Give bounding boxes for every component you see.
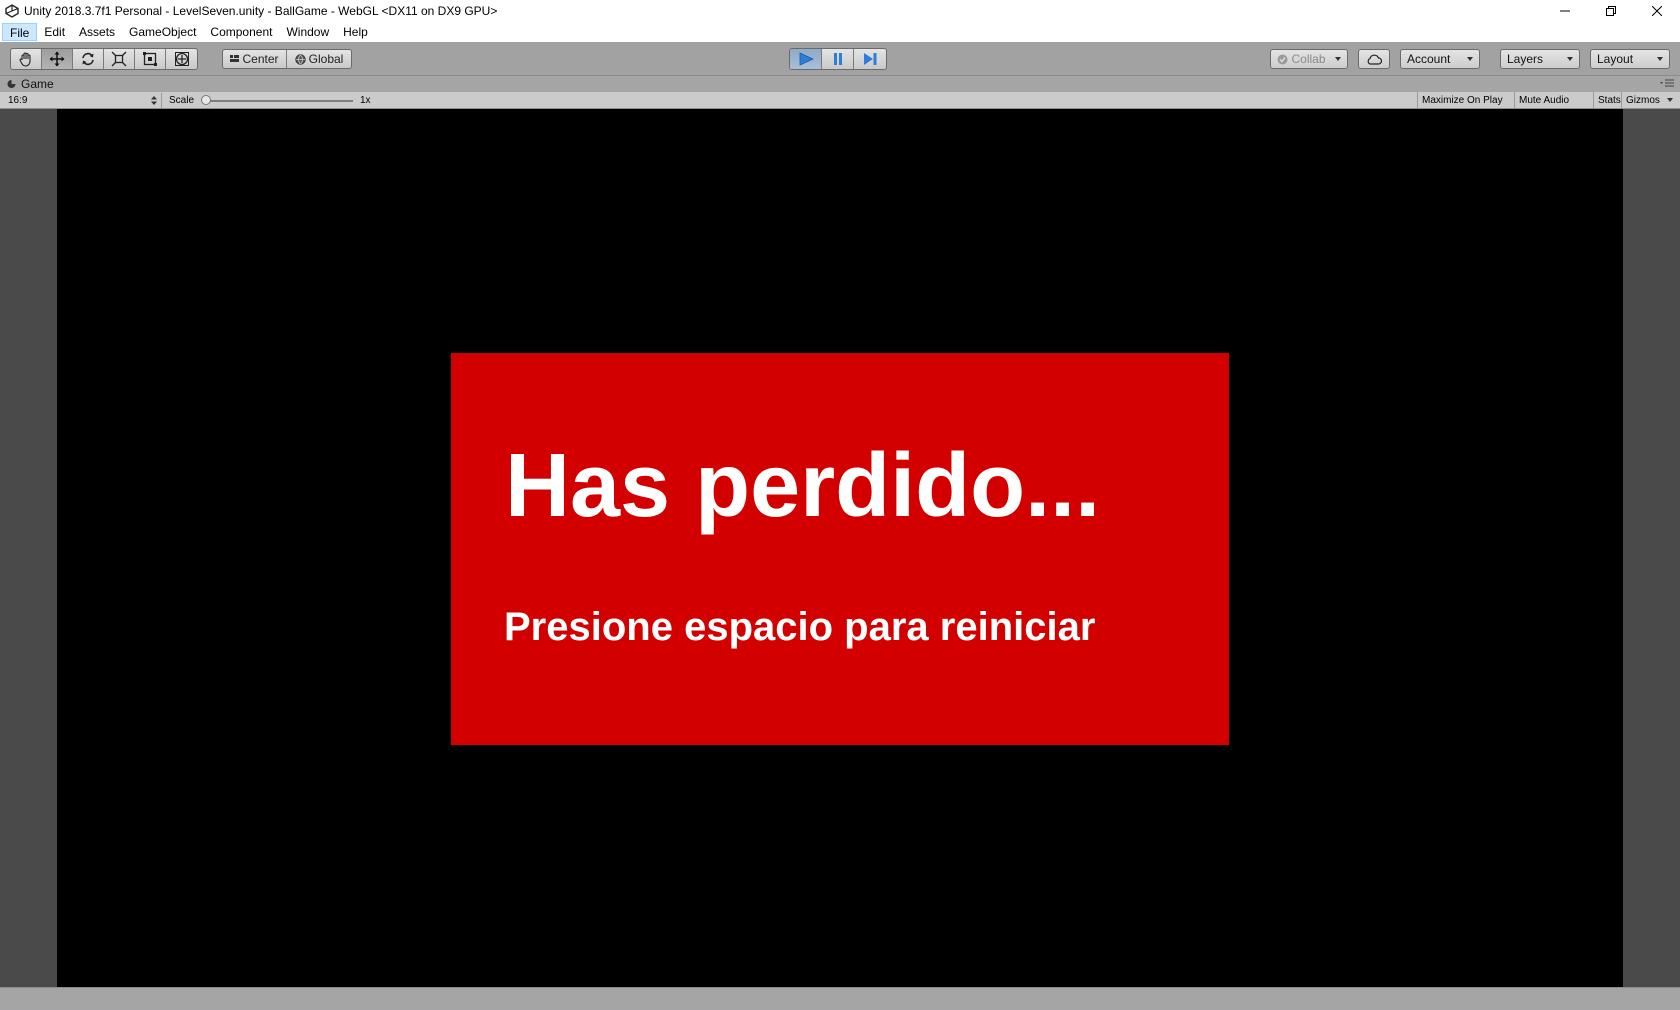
scale-icon [111,51,127,67]
pause-button[interactable] [822,49,854,69]
menu-window[interactable]: Window [279,23,336,41]
rect-transform-icon [143,52,157,66]
collab-label: Collab [1291,52,1326,66]
account-caret-icon [1467,57,1473,61]
layout-dropdown[interactable]: Layout [1590,49,1670,69]
step-icon [864,53,877,65]
game-viewport[interactable]: Has perdido... Presione espacio para rei… [57,109,1623,987]
account-dropdown[interactable]: Account [1400,49,1480,69]
playback-controls [789,48,887,70]
close-icon [1652,6,1662,16]
collab-caret-icon [1335,57,1341,61]
transform-tool-button[interactable] [166,49,197,69]
menu-edit[interactable]: Edit [37,23,72,41]
transform-tools [10,48,198,70]
tab-game[interactable]: Game [6,76,54,92]
minimize-icon [1560,10,1570,12]
collab-dropdown[interactable]: Collab [1270,49,1348,69]
restart-instruction: Presione espacio para reiniciar [504,605,1096,649]
pivot-center-button[interactable]: Center [223,50,287,68]
move-arrows-icon [49,51,65,67]
restore-icon [1606,6,1616,16]
window-title: Unity 2018.3.7f1 Personal - LevelSeven.u… [24,4,498,18]
main-toolbar: Center Global Collab Account Layers Layo… [0,42,1680,76]
layers-label: Layers [1507,52,1544,66]
tab-bar: Game [0,76,1680,92]
scale-label: Scale [169,95,195,106]
layout-label: Layout [1597,52,1634,66]
layers-dropdown[interactable]: Layers [1500,49,1580,69]
menu-gameobject[interactable]: GameObject [122,23,203,41]
play-icon [799,52,814,66]
close-button[interactable] [1634,0,1680,22]
check-icon [1277,54,1288,64]
game-controller-icon [7,80,16,88]
menu-assets[interactable]: Assets [72,23,122,41]
scale-tool-button[interactable] [104,49,135,69]
scale-slider-thumb[interactable] [201,95,211,105]
pause-icon [833,53,842,65]
play-button[interactable] [790,49,822,69]
pivot-global-label: Global [308,52,344,66]
pivot-global-button[interactable]: Global [287,50,351,68]
cloud-button[interactable] [1358,49,1390,69]
scale-slider-track[interactable] [205,100,353,102]
gizmos-dropdown[interactable]: Gizmos [1621,92,1680,109]
minimize-button[interactable] [1542,0,1588,22]
mute-audio-toggle[interactable]: Mute Audio [1514,92,1573,109]
tab-options-icon[interactable] [1660,79,1674,89]
layout-caret-icon [1657,57,1663,61]
menu-bar: File Edit Assets GameObject Component Wi… [0,22,1680,42]
game-over-panel: Has perdido... Presione espacio para rei… [451,353,1229,745]
cloud-icon [1367,54,1382,65]
layers-caret-icon [1567,57,1573,61]
gizmos-label: Gizmos [1626,95,1660,106]
combined-transform-icon [174,52,189,66]
pivot-center-icon [230,55,240,62]
hand-tool-button[interactable] [11,49,42,69]
rect-tool-button[interactable] [135,49,166,69]
menu-help[interactable]: Help [336,23,375,41]
pivot-toggles: Center Global [222,49,352,69]
restore-button[interactable] [1588,0,1634,22]
unity-logo-icon [5,4,19,18]
rotate-icon [82,52,94,66]
scale-value: 1x [360,95,371,106]
tab-game-label: Game [21,77,54,91]
globe-icon [294,53,306,65]
move-tool-button[interactable] [42,49,73,69]
aspect-label: 16:9 [8,95,28,106]
status-bar [0,987,1680,1010]
account-label: Account [1407,52,1451,66]
rotate-tool-button[interactable] [73,49,104,69]
gizmos-caret-icon [1666,98,1673,103]
aspect-dropdown[interactable]: 16:9 [4,93,162,108]
game-view-toolbar: 16:9 Scale 1x Maximize On Play Mute Audi… [0,92,1680,109]
title-bar: Unity 2018.3.7f1 Personal - LevelSeven.u… [0,0,1680,22]
menu-component[interactable]: Component [203,23,279,41]
updown-arrows-icon [151,96,157,105]
menu-file[interactable]: File [2,23,38,41]
step-button[interactable] [854,49,886,69]
hand-icon [19,52,31,67]
maximize-on-play-toggle[interactable]: Maximize On Play [1417,92,1507,109]
pivot-center-label: Center [242,52,279,66]
game-over-title: Has perdido... [505,436,1101,536]
